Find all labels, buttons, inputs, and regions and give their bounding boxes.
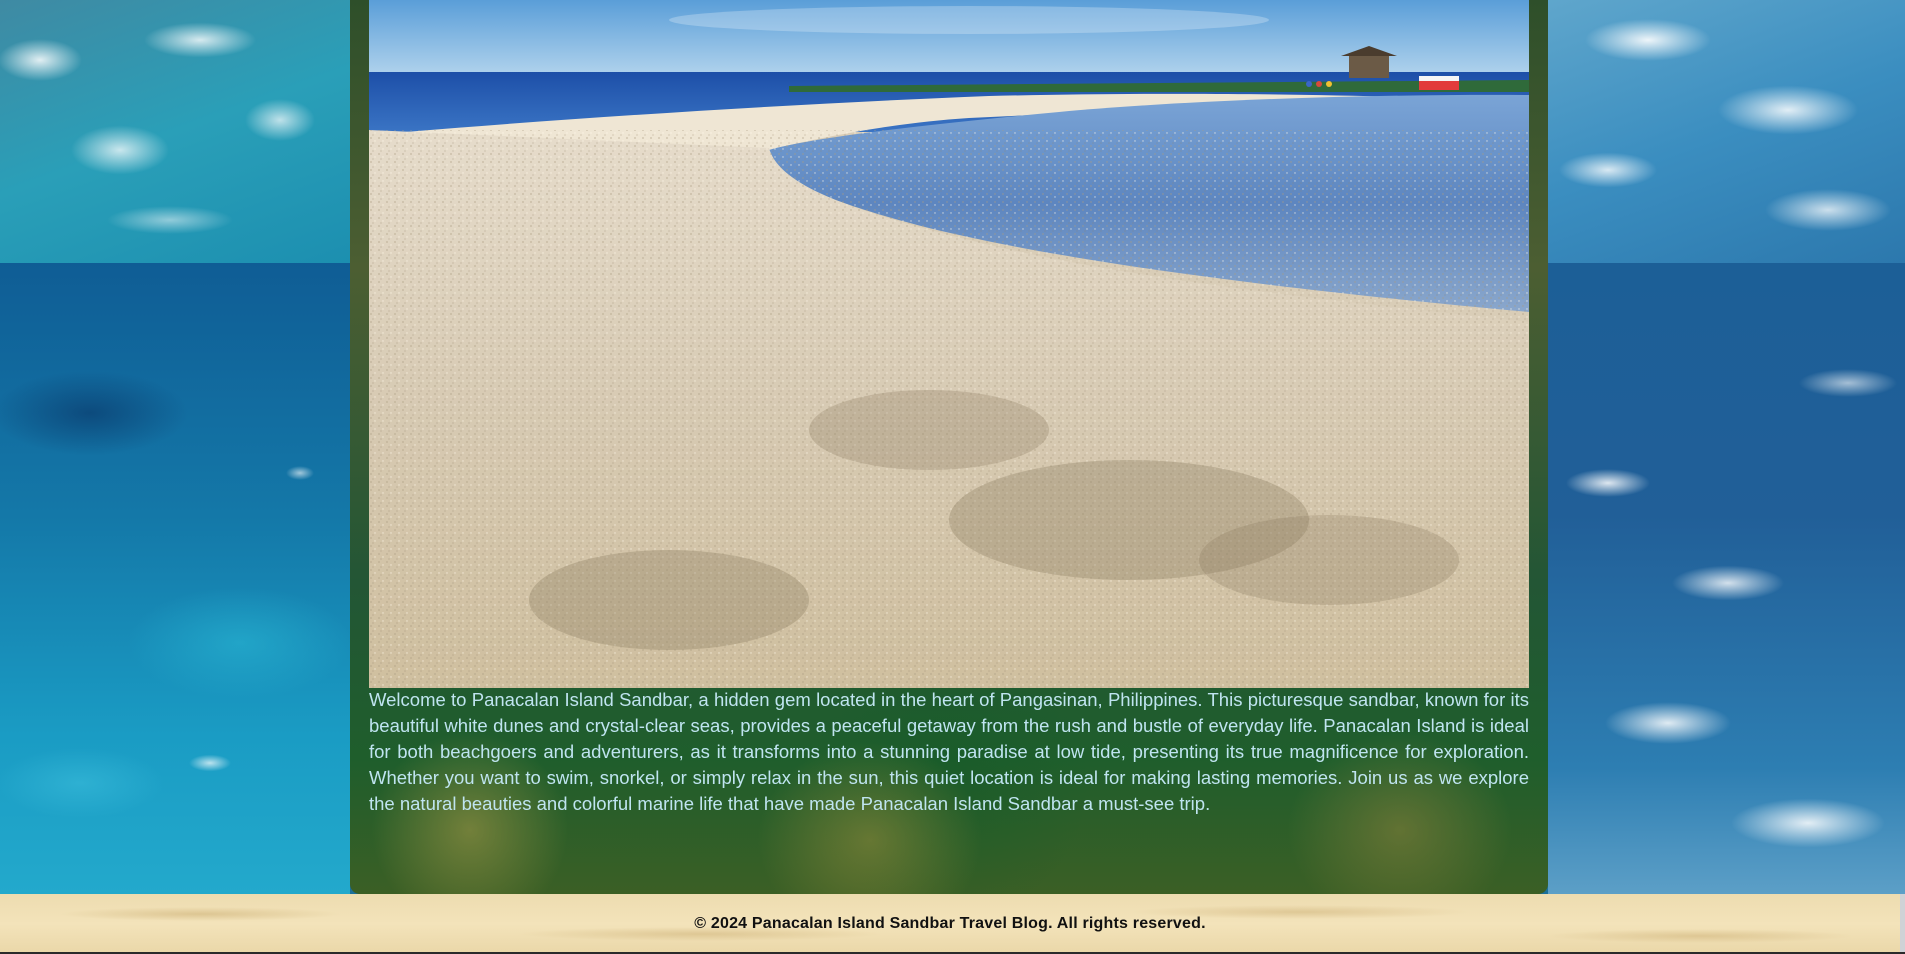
- ocean-background-left: [0, 0, 350, 894]
- ocean-tile: [0, 0, 350, 263]
- footer: © 2024 Panacalan Island Sandbar Travel B…: [0, 894, 1900, 954]
- copyright-text: © 2024 Panacalan Island Sandbar Travel B…: [694, 915, 1206, 932]
- page: Welcome to Panacalan Island Sandbar, a h…: [0, 0, 1905, 954]
- ocean-tile: [1548, 0, 1905, 263]
- ocean-background-right: [1548, 0, 1905, 894]
- ocean-tile: [1548, 263, 1905, 894]
- hero-image: [369, 0, 1529, 688]
- content-card: Welcome to Panacalan Island Sandbar, a h…: [350, 0, 1548, 894]
- intro-paragraph: Welcome to Panacalan Island Sandbar, a h…: [369, 689, 1529, 814]
- ocean-tile: [0, 263, 350, 894]
- scrollbar-edge: [1900, 894, 1905, 954]
